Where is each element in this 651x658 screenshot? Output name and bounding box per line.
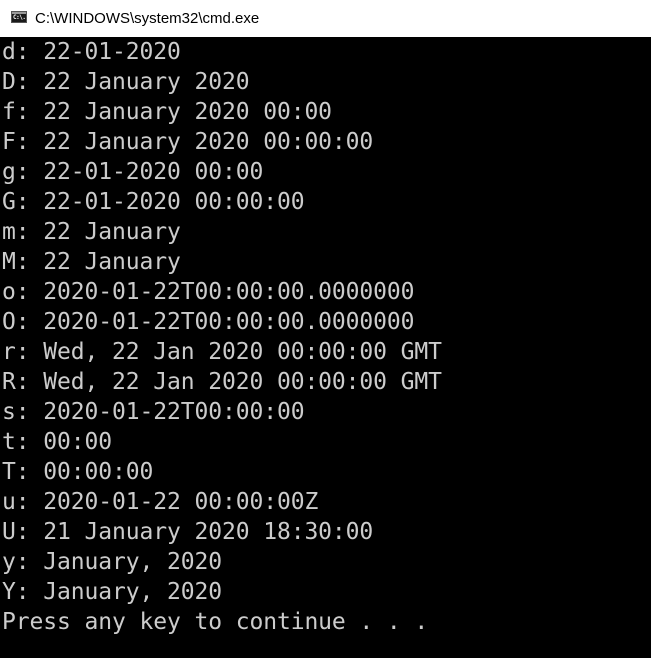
console-line: s: 2020-01-22T00:00:00 — [2, 399, 305, 425]
console-line: U: 21 January 2020 18:30:00 — [2, 519, 374, 545]
console-line: t: 00:00 — [2, 429, 112, 455]
console-output[interactable]: d: 22-01-2020 D: 22 January 2020 f: 22 Jan… — [0, 37, 651, 658]
cmd-icon-glyph: C:\. — [13, 14, 26, 21]
window-title: C:\WINDOWS\system32\cmd.exe — [35, 10, 260, 27]
console-line: F: 22 January 2020 00:00:00 — [2, 129, 374, 155]
console-line: M: 22 January — [2, 249, 181, 275]
console-line: o: 2020-01-22T00:00:00.0000000 — [2, 279, 415, 305]
console-line: D: 22 January 2020 — [2, 69, 250, 95]
title-bar[interactable]: C:\. C:\WINDOWS\system32\cmd.exe — [0, 0, 651, 37]
console-line: f: 22 January 2020 00:00 — [2, 99, 332, 125]
console-line: g: 22-01-2020 00:00 — [2, 159, 264, 185]
console-line: R: Wed, 22 Jan 2020 00:00:00 GMT — [2, 369, 442, 395]
cmd-icon[interactable]: C:\. — [11, 11, 27, 23]
console-line: O: 2020-01-22T00:00:00.0000000 — [2, 309, 415, 335]
console-line: r: Wed, 22 Jan 2020 00:00:00 GMT — [2, 339, 442, 365]
console-line: G: 22-01-2020 00:00:00 — [2, 189, 305, 215]
console-line: d: 22-01-2020 — [2, 39, 181, 65]
console-prompt-line: Press any key to continue . . . — [2, 609, 429, 635]
console-line: Y: January, 2020 — [2, 579, 222, 605]
console-line: y: January, 2020 — [2, 549, 222, 575]
console-line: T: 00:00:00 — [2, 459, 154, 485]
console-line: u: 2020-01-22 00:00:00Z — [2, 489, 319, 515]
console-line: m: 22 January — [2, 219, 181, 245]
